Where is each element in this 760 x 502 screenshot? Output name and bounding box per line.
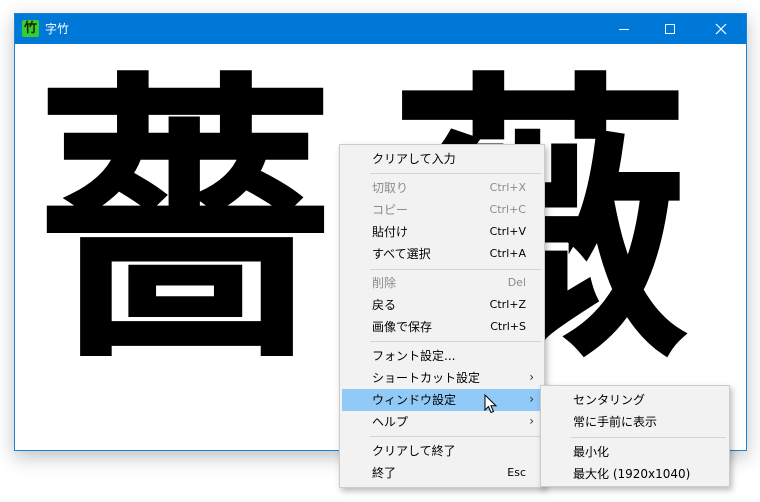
context-menu: クリアして入力 切取り Ctrl+X コピー Ctrl+C 貼付け Ctrl+V… xyxy=(339,144,545,488)
menu-item-paste[interactable]: 貼付け Ctrl+V xyxy=(342,221,542,243)
menu-item-exit[interactable]: 終了 Esc xyxy=(342,462,542,484)
menu-item-label: 貼付け xyxy=(372,225,409,239)
chevron-right-icon: › xyxy=(529,414,534,428)
menu-item-label: 最大化 (1920x1040) xyxy=(573,467,691,481)
menu-item-label: すべて選択 xyxy=(372,247,431,261)
menu-item-label: ウィンドウ設定 xyxy=(372,393,457,407)
menu-item-label: クリアして入力 xyxy=(372,152,456,166)
menu-item-shortcut: Ctrl+A xyxy=(489,247,526,260)
menu-item-shortcut-settings[interactable]: ショートカット設定 › xyxy=(342,367,542,389)
menu-separator xyxy=(370,436,541,437)
submenu-item-minimize[interactable]: 最小化 xyxy=(543,441,727,463)
menu-separator xyxy=(370,173,541,174)
menu-item-shortcut: Ctrl+X xyxy=(489,181,526,194)
menu-item-shortcut: Ctrl+S xyxy=(490,320,526,333)
menu-item-delete[interactable]: 削除 Del xyxy=(342,272,542,294)
maximize-icon xyxy=(665,24,675,34)
menu-item-shortcut: Ctrl+Z xyxy=(489,298,526,311)
menu-item-undo[interactable]: 戻る Ctrl+Z xyxy=(342,294,542,316)
menu-item-label: 常に手前に表示 xyxy=(573,415,658,429)
mouse-cursor-icon xyxy=(484,394,498,414)
menu-item-label: ショートカット設定 xyxy=(372,371,481,385)
menu-item-font-settings[interactable]: フォント設定... xyxy=(342,345,542,367)
minimize-button[interactable] xyxy=(601,14,647,44)
chevron-right-icon: › xyxy=(529,392,534,406)
menu-item-label: クリアして終了 xyxy=(372,444,456,458)
menu-separator xyxy=(571,437,726,438)
menu-item-window-settings[interactable]: ウィンドウ設定 › xyxy=(342,389,542,411)
menu-item-copy[interactable]: コピー Ctrl+C xyxy=(342,199,542,221)
submenu-item-maximize[interactable]: 最大化 (1920x1040) xyxy=(543,463,727,485)
submenu-item-always-on-top[interactable]: 常に手前に表示 xyxy=(543,411,727,433)
menu-item-label: 切取り xyxy=(372,181,409,195)
menu-item-label: センタリング xyxy=(573,393,646,407)
window-title: 字竹 xyxy=(45,22,70,36)
title-bar[interactable]: 竹 字竹 xyxy=(15,14,746,44)
menu-item-label: 終了 xyxy=(372,466,397,480)
menu-separator xyxy=(370,341,541,342)
menu-item-shortcut: Esc xyxy=(507,466,526,479)
close-button[interactable] xyxy=(698,14,744,44)
menu-item-shortcut: Ctrl+C xyxy=(489,203,526,216)
menu-item-label: コピー xyxy=(372,203,409,217)
submenu-item-center[interactable]: センタリング xyxy=(543,389,727,411)
display-character-1: 薔 xyxy=(35,45,335,398)
menu-item-cut[interactable]: 切取り Ctrl+X xyxy=(342,177,542,199)
menu-item-select-all[interactable]: すべて選択 Ctrl+A xyxy=(342,243,542,265)
menu-item-shortcut: Del xyxy=(507,276,526,289)
menu-item-label: 削除 xyxy=(372,276,397,290)
menu-separator xyxy=(370,269,541,270)
menu-item-clear-input[interactable]: クリアして入力 xyxy=(342,148,542,170)
menu-item-label: ヘルプ xyxy=(372,415,409,429)
menu-item-save-image[interactable]: 画像で保存 Ctrl+S xyxy=(342,316,542,338)
menu-item-clear-exit[interactable]: クリアして終了 xyxy=(342,440,542,462)
menu-item-shortcut: Ctrl+V xyxy=(489,225,526,238)
app-icon: 竹 xyxy=(22,20,39,37)
minimize-icon xyxy=(619,29,629,30)
menu-item-label: フォント設定... xyxy=(372,349,456,363)
menu-item-help[interactable]: ヘルプ › xyxy=(342,411,542,433)
menu-item-label: 最小化 xyxy=(573,445,610,459)
maximize-button[interactable] xyxy=(647,14,693,44)
window-settings-submenu: センタリング 常に手前に表示 最小化 最大化 (1920x1040) xyxy=(540,385,730,487)
chevron-right-icon: › xyxy=(529,370,534,384)
menu-item-label: 画像で保存 xyxy=(372,320,433,334)
menu-item-label: 戻る xyxy=(372,298,397,312)
close-icon xyxy=(715,23,727,35)
